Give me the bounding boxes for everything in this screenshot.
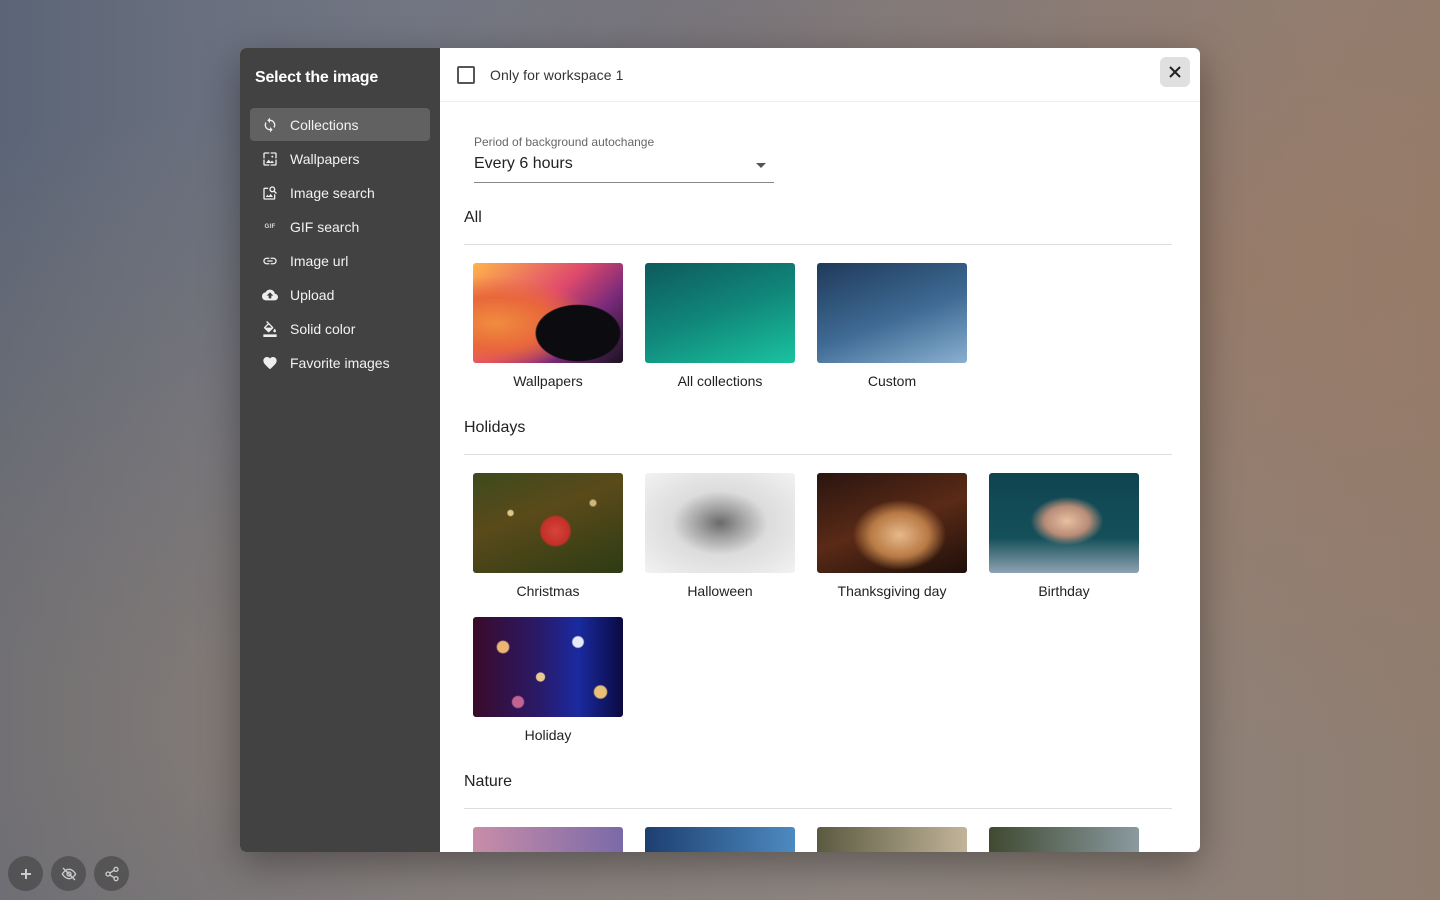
section-title-all: All <box>464 209 1172 245</box>
gif-icon: GIF <box>250 224 290 230</box>
sidebar-item-image-url[interactable]: Image url <box>250 244 430 277</box>
topbar: Only for workspace 1 <box>440 48 1200 102</box>
sidebar-title: Select the image <box>255 69 379 86</box>
collection-label: Wallpapers <box>513 373 583 389</box>
toggle-visibility-button[interactable] <box>51 856 86 891</box>
collection-label: Halloween <box>687 583 753 599</box>
wallpaper-icon <box>250 151 290 167</box>
workspace-checkbox[interactable] <box>457 65 475 84</box>
collection-card-all-collections[interactable]: All collections <box>645 263 795 389</box>
share-button[interactable] <box>94 856 129 891</box>
collection-card-birthday[interactable]: Birthday <box>989 473 1139 599</box>
collection-thumbnail <box>473 827 623 852</box>
sidebar-item-solid-color[interactable]: Solid color <box>250 312 430 345</box>
plus-icon <box>20 868 31 879</box>
collection-card-nature-2[interactable] <box>645 827 795 852</box>
collection-card-wallpapers[interactable]: Wallpapers <box>473 263 623 389</box>
collection-label: Custom <box>867 373 917 389</box>
collection-card-halloween[interactable]: Halloween <box>645 473 795 599</box>
collection-thumbnail <box>989 473 1139 573</box>
collection-card-holiday[interactable]: Holiday <box>473 617 623 743</box>
autochange-select[interactable]: Period of background autochange Every 6 … <box>474 135 774 183</box>
collection-card-nature-4[interactable] <box>989 827 1139 852</box>
gif-icon-glyph: GIF <box>264 223 276 230</box>
autochange-label: Period of background autochange <box>474 135 655 149</box>
collection-thumbnail <box>473 263 623 363</box>
section-grid-nature <box>464 809 1172 852</box>
add-button[interactable] <box>8 856 43 891</box>
share-icon <box>104 866 119 881</box>
cloud-upload-icon <box>250 287 290 303</box>
sidebar-item-label: Upload <box>290 286 335 303</box>
collection-card-thanksgiving-day[interactable]: Thanksgiving day <box>817 473 967 599</box>
sidebar-item-wallpapers[interactable]: Wallpapers <box>250 142 430 175</box>
close-button[interactable] <box>1160 57 1190 87</box>
collection-label: Birthday <box>1038 583 1090 599</box>
link-icon <box>250 253 290 269</box>
collection-label: Holiday <box>524 727 572 743</box>
sidebar-item-upload[interactable]: Upload <box>250 278 430 311</box>
collections-content: Period of background autochange Every 6 … <box>440 135 1200 852</box>
heart-icon <box>250 355 290 371</box>
autochange-value: Every 6 hours <box>474 155 573 172</box>
section-title-nature: Nature <box>464 773 1172 809</box>
collection-thumbnail <box>473 473 623 573</box>
workspace-checkbox-label[interactable]: Only for workspace 1 <box>490 67 624 83</box>
image-search-icon <box>250 185 290 201</box>
section-grid-holidays: Christmas Halloween Thanksgiving day Bir… <box>464 455 1172 761</box>
sidebar-item-image-search[interactable]: Image search <box>250 176 430 209</box>
collection-card-custom[interactable]: Custom <box>817 263 967 389</box>
sidebar-item-collections[interactable]: Collections <box>250 108 430 141</box>
sidebar-item-label: Image search <box>290 184 375 201</box>
collection-thumbnail <box>645 827 795 852</box>
sidebar-item-gif-search[interactable]: GIF GIF search <box>250 210 430 243</box>
collection-card-christmas[interactable]: Christmas <box>473 473 623 599</box>
sidebar-item-label: GIF search <box>290 218 360 235</box>
section-title-holidays: Holidays <box>464 419 1172 455</box>
collection-thumbnail <box>817 827 967 852</box>
autochange-dropdown[interactable]: Every 6 hours <box>474 155 774 183</box>
sidebar: Select the image Collections Wallpapers … <box>240 48 440 852</box>
background-dialog: Select the image Collections Wallpapers … <box>240 48 1200 852</box>
collection-thumbnail <box>817 473 967 573</box>
collection-thumbnail <box>645 263 795 363</box>
floating-action-bar <box>8 856 129 891</box>
section-grid-all: Wallpapers All collections Custom <box>464 245 1172 407</box>
sidebar-item-favorite-images[interactable]: Favorite images <box>250 346 430 379</box>
sidebar-item-label: Solid color <box>290 320 356 337</box>
chevron-down-icon <box>756 163 766 168</box>
paint-bucket-icon <box>250 320 290 337</box>
collection-card-nature-3[interactable] <box>817 827 967 852</box>
collection-label: All collections <box>677 373 763 389</box>
eye-off-icon <box>61 867 76 880</box>
collection-thumbnail <box>817 263 967 363</box>
sidebar-item-label: Image url <box>290 252 349 269</box>
collection-card-nature-1[interactable] <box>473 827 623 852</box>
close-icon <box>1169 66 1181 78</box>
refresh-icon <box>250 117 290 133</box>
sidebar-nav: Collections Wallpapers Image search GIF … <box>240 108 440 379</box>
main-panel: Only for workspace 1 Period of backgroun… <box>440 48 1200 852</box>
collection-label: Thanksgiving day <box>837 583 947 599</box>
sidebar-item-label: Favorite images <box>290 354 390 371</box>
sidebar-item-label: Wallpapers <box>290 150 360 167</box>
collection-thumbnail <box>989 827 1139 852</box>
sidebar-item-label: Collections <box>290 116 359 133</box>
collection-thumbnail <box>645 473 795 573</box>
collection-label: Christmas <box>516 583 580 599</box>
collection-thumbnail <box>473 617 623 717</box>
